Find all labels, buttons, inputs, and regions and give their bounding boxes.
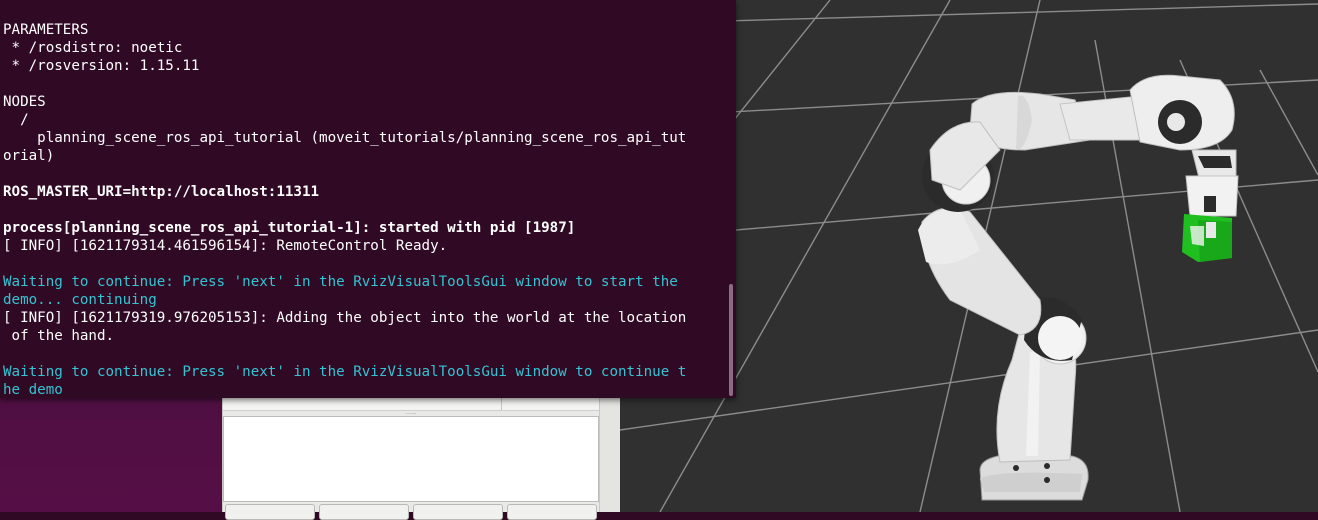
terminal-line: process[planning_scene_ros_api_tutorial-… <box>3 220 576 236</box>
terminal-line: Waiting to continue: Press 'next' in the… <box>3 274 678 290</box>
rviz-side-panel: ...... <box>222 380 622 520</box>
terminal-line: PARAMETERS <box>3 22 89 38</box>
terminal-window[interactable]: PARAMETERS * /rosdistro: noetic * /rosve… <box>0 0 736 398</box>
terminal-line: [ INFO] [1621179314.461596154]: RemoteCo… <box>3 238 448 254</box>
panel-list-box[interactable] <box>223 416 599 502</box>
terminal-line: * /rosdistro: noetic <box>3 40 183 56</box>
terminal-scrollbar[interactable] <box>729 284 733 396</box>
green-box-object <box>1182 214 1232 262</box>
panel-button-1[interactable] <box>225 504 315 520</box>
panel-scrollbar[interactable] <box>599 380 622 512</box>
terminal-line: / <box>3 112 29 128</box>
terminal-line: * /rosversion: 1.15.11 <box>3 58 200 74</box>
robot-arm <box>918 74 1239 501</box>
terminal-line: ROS_MASTER_URI=http://localhost:11311 <box>3 184 320 200</box>
panel-button-2[interactable] <box>319 504 409 520</box>
terminal-line: orial) <box>3 148 55 164</box>
terminal-line: of the hand. <box>3 328 115 344</box>
terminal-line: demo... continuing <box>3 292 157 308</box>
terminal-line: he demo <box>3 382 63 398</box>
terminal-line: Waiting to continue: Press 'next' in the… <box>3 364 687 380</box>
terminal-line: [ INFO] [1621179319.976205153]: Adding t… <box>3 310 687 326</box>
terminal-line: NODES <box>3 94 46 110</box>
panel-button-3[interactable] <box>413 504 503 520</box>
panel-button-4[interactable] <box>507 504 597 520</box>
terminal-line: planning_scene_ros_api_tutorial (moveit_… <box>3 130 687 146</box>
terminal-output: PARAMETERS * /rosdistro: noetic * /rosve… <box>3 21 722 398</box>
